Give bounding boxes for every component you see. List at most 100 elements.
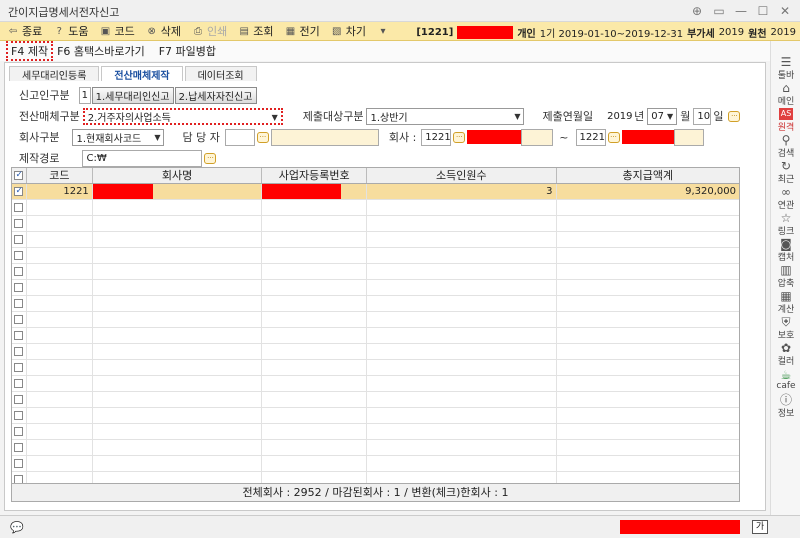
table-row[interactable]: [12, 264, 739, 280]
folder-icon[interactable]: ▭: [710, 2, 728, 20]
header-income-count[interactable]: 소득인원수: [367, 168, 557, 183]
row-checkbox[interactable]: [14, 411, 24, 420]
sidebar-item-calc[interactable]: ▦ 계산: [771, 289, 800, 315]
table-row[interactable]: [12, 456, 739, 472]
company-to-input[interactable]: 1221: [575, 128, 606, 146]
table-row[interactable]: [12, 440, 739, 456]
sidebar-item-main[interactable]: ⌂ 메인: [771, 81, 800, 107]
print-button[interactable]: ⎙ 인쇄: [191, 23, 227, 39]
sidebar-item-color[interactable]: ✿ 컬러: [771, 341, 800, 367]
row-checkbox[interactable]: [14, 395, 24, 404]
company-from-input[interactable]: 1221: [421, 128, 452, 146]
target-select[interactable]: 1.상반기 ▼: [366, 107, 525, 125]
sidebar-item-toolbar[interactable]: ☰ 툴바: [771, 55, 800, 81]
sidebar-item-info[interactable]: ⓘ 정보: [771, 393, 800, 419]
search-button[interactable]: ▤ 조회: [237, 23, 274, 39]
row-checkbox[interactable]: [14, 235, 24, 244]
row-checkbox[interactable]: [14, 443, 24, 452]
select-all-cell[interactable]: [12, 168, 27, 183]
media-type-select[interactable]: 2.거주자의사업소득 ▼: [82, 107, 283, 125]
table-cell: [262, 376, 368, 391]
header-code[interactable]: 코드: [27, 168, 93, 183]
table-row[interactable]: [12, 200, 739, 216]
table-row[interactable]: [12, 248, 739, 264]
code-help-icon[interactable]: ···: [728, 110, 741, 122]
table-row[interactable]: [12, 280, 739, 296]
sidebar-item-zip[interactable]: ▥ 압축: [771, 263, 800, 289]
sidebar-item-capture[interactable]: ◙ 캡처: [771, 237, 800, 263]
manager-help-icon[interactable]: ···: [256, 131, 269, 143]
month-select[interactable]: 07 ▼: [647, 107, 678, 125]
header-company-name[interactable]: 회사명: [93, 168, 263, 183]
post-button[interactable]: ▦ 전기: [284, 23, 320, 39]
sidebar-item-protect[interactable]: ⛨ 보호: [771, 315, 800, 341]
f6-hometax-button[interactable]: F6 홈택스바로가기: [53, 41, 149, 61]
table-row[interactable]: [12, 216, 739, 232]
row-checkbox[interactable]: [14, 331, 24, 340]
table-row[interactable]: [12, 408, 739, 424]
day-input[interactable]: 10: [693, 107, 712, 125]
row-checkbox[interactable]: [14, 379, 24, 388]
table-row[interactable]: [12, 344, 739, 360]
add-icon[interactable]: ⊕: [688, 2, 706, 20]
minimize-icon[interactable]: —: [732, 2, 750, 20]
company-to-help-icon[interactable]: ···: [607, 131, 620, 143]
table-row[interactable]: [12, 328, 739, 344]
declarer-input[interactable]: 1: [78, 86, 91, 104]
row-check-cell[interactable]: [12, 184, 27, 199]
row-checkbox[interactable]: [14, 347, 24, 356]
row-checkbox[interactable]: [14, 219, 24, 228]
tab-media-create[interactable]: 전산매체제작: [101, 66, 183, 82]
close-icon[interactable]: ✕: [776, 2, 794, 20]
path-browse-icon[interactable]: ···: [204, 152, 217, 164]
row-checkbox[interactable]: [14, 184, 24, 199]
row-checkbox[interactable]: [14, 459, 24, 468]
sidebar-item-remote[interactable]: AS 원격: [771, 107, 800, 133]
row-checkbox[interactable]: [14, 267, 24, 276]
row-checkbox[interactable]: [14, 299, 24, 308]
self-declare-button[interactable]: 2.납세자자진신고: [174, 86, 257, 104]
maximize-icon[interactable]: ☐: [754, 2, 772, 20]
sidebar-item-cafe[interactable]: ☕ cafe: [771, 367, 800, 393]
path-input[interactable]: C:₩: [82, 149, 203, 167]
year-input[interactable]: 2019: [604, 107, 635, 125]
company-type-select[interactable]: 1.현재회사코드 ▼: [72, 128, 165, 146]
table-row[interactable]: [12, 360, 739, 376]
table-row[interactable]: [12, 312, 739, 328]
row-checkbox[interactable]: [14, 203, 24, 212]
tab-data-query[interactable]: 데이터조회: [184, 66, 257, 82]
select-all-checkbox[interactable]: [14, 168, 24, 183]
table-row[interactable]: [12, 424, 739, 440]
manager-input[interactable]: [224, 128, 255, 146]
help-button[interactable]: ? 도움: [52, 23, 89, 39]
ime-indicator[interactable]: 가: [752, 520, 768, 534]
sidebar-item-related[interactable]: ∞ 연관: [771, 185, 800, 211]
row-checkbox[interactable]: [14, 315, 24, 324]
f4-make-button[interactable]: F4 제작: [6, 41, 54, 61]
code-button[interactable]: ▣ 코드: [99, 23, 135, 39]
sidebar-item-recent[interactable]: ↻ 최근: [771, 159, 800, 185]
sidebar-item-search[interactable]: ⚲ 검색: [771, 133, 800, 159]
table-row[interactable]: [12, 392, 739, 408]
exit-button[interactable]: ⇦ 종료: [6, 23, 42, 39]
row-checkbox[interactable]: [14, 251, 24, 260]
header-business-number[interactable]: 사업자등록번호: [262, 168, 368, 183]
company-from-help-icon[interactable]: ···: [453, 131, 466, 143]
header-total-payment[interactable]: 총지급액계: [557, 168, 739, 183]
delete-button[interactable]: ⊗ 삭제: [145, 23, 181, 39]
chat-icon[interactable]: 💬: [10, 521, 24, 534]
more-dropdown[interactable]: ▾: [376, 25, 392, 37]
row-checkbox[interactable]: [14, 363, 24, 372]
next-button[interactable]: ▧ 차기: [330, 23, 366, 39]
table-row[interactable]: 1221 3 9,320,000: [12, 184, 739, 200]
sidebar-item-link[interactable]: ☆ 링크: [771, 211, 800, 237]
table-row[interactable]: [12, 296, 739, 312]
row-checkbox[interactable]: [14, 283, 24, 292]
table-row[interactable]: [12, 376, 739, 392]
tab-tax-agent[interactable]: 세무대리인등록: [9, 66, 100, 82]
f7-merge-button[interactable]: F7 파일병합: [155, 41, 220, 61]
row-checkbox[interactable]: [14, 427, 24, 436]
row-check-cell: [12, 200, 27, 215]
tax-agent-declare-button[interactable]: 1.세무대리인신고: [91, 86, 174, 104]
table-row[interactable]: [12, 232, 739, 248]
